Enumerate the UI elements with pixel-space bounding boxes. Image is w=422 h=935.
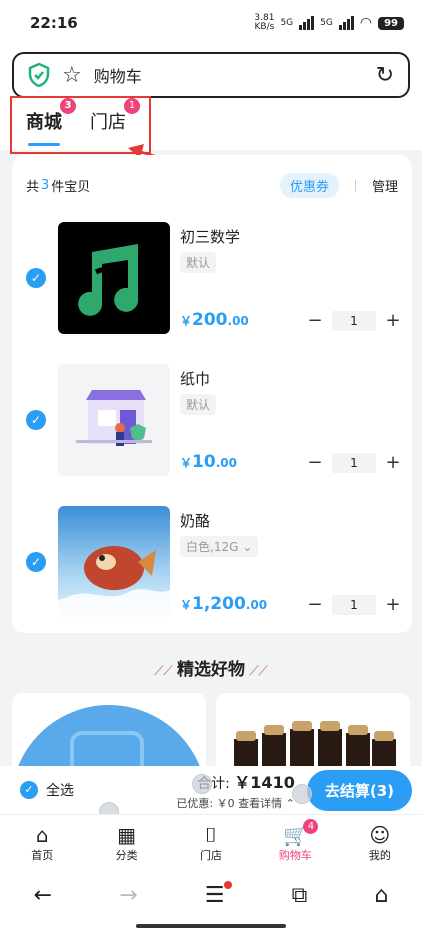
increase-button[interactable]: + xyxy=(384,452,402,473)
forward-icon[interactable]: → xyxy=(119,883,137,908)
page-title: 购物车 xyxy=(93,67,142,86)
tabbar-store[interactable]: ⌷ 门店 xyxy=(169,815,253,870)
fish-illustration-icon xyxy=(58,546,170,618)
back-icon[interactable]: ← xyxy=(34,883,52,908)
battery-indicator: 99 xyxy=(378,16,404,30)
total-value: ￥1410 xyxy=(234,773,295,792)
product-image[interactable] xyxy=(58,364,170,476)
decor-icon: ⟋⟋ xyxy=(154,664,177,679)
menu-icon[interactable]: ☰ xyxy=(205,881,233,908)
quantity-stepper: − 1 + xyxy=(306,310,402,331)
shop-illustration-icon xyxy=(76,390,152,446)
quantity-field[interactable]: 1 xyxy=(332,594,376,615)
item-price: ￥200.00 xyxy=(180,310,249,330)
item-spec[interactable]: 白色,12G ⌄ xyxy=(180,536,259,557)
divider xyxy=(354,179,356,192)
cart-header: 共 3 件宝贝 优惠券 管理 xyxy=(26,173,398,198)
address-bar[interactable]: ☆ 购物车 ↻ xyxy=(12,52,410,98)
signal2-label: 5G xyxy=(320,18,333,28)
decrease-button[interactable]: − xyxy=(306,452,324,473)
status-bar: 22:16 3.81 KB/s 5G 5G ◠ 99 xyxy=(0,0,422,46)
cart-item: ✓ 纸巾 默认 ￥10.00 − 1 + xyxy=(12,364,412,482)
decrease-button[interactable]: − xyxy=(306,310,324,331)
item-checkbox[interactable]: ✓ xyxy=(26,552,46,572)
quantity-stepper: − 1 + xyxy=(306,452,402,473)
signal1-label: 5G xyxy=(280,18,294,28)
item-price: ￥10.00 xyxy=(180,452,237,472)
signal-icon xyxy=(299,16,315,30)
quantity-stepper: − 1 + xyxy=(306,594,402,615)
item-count: 3 xyxy=(41,178,50,193)
checkout-bar: ✓ 全选 合计: ￥1410 已优惠: ￥0 查看详情 ⌃ 去结算(3) xyxy=(0,766,422,814)
chevron-down-icon: ⌄ xyxy=(242,540,253,554)
quantity-field[interactable]: 1 xyxy=(332,310,376,331)
decrease-button[interactable]: − xyxy=(306,594,324,615)
shield-icon xyxy=(28,63,50,87)
reload-icon[interactable]: ↻ xyxy=(376,63,394,88)
item-checkbox[interactable]: ✓ xyxy=(26,410,46,430)
home-icon[interactable]: ⌂ xyxy=(374,883,388,908)
item-spec[interactable]: 默认 xyxy=(180,394,217,415)
manage-button[interactable]: 管理 xyxy=(372,176,398,195)
cart-item: ✓ 初三数学 默认 ￥200.00 − 1 + xyxy=(12,222,412,340)
item-name[interactable]: 初三数学 xyxy=(180,226,240,247)
item-spec[interactable]: 默认 xyxy=(180,252,217,273)
select-all-toggle[interactable]: ✓ 全选 xyxy=(20,780,74,800)
home-indicator xyxy=(136,924,286,928)
increase-button[interactable]: + xyxy=(384,594,402,615)
item-name[interactable]: 奶酪 xyxy=(180,510,210,531)
music-note-logo-icon xyxy=(78,244,139,316)
tabbar-category[interactable]: ▦ 分类 xyxy=(84,815,168,870)
checkout-button[interactable]: 去结算(3) xyxy=(306,769,412,811)
item-name[interactable]: 纸巾 xyxy=(180,368,210,389)
profile-icon: ☺ xyxy=(369,822,391,847)
cart-item: ✓ 奶酪 白色,12G ⌄ ￥1,200.00 − 1 + xyxy=(12,506,412,624)
check-icon: ✓ xyxy=(20,781,38,799)
decor-icon: ⟋⟋ xyxy=(245,664,268,679)
tabbar-profile[interactable]: ☺ 我的 xyxy=(338,815,422,870)
notification-dot xyxy=(224,881,233,889)
coupon-button[interactable]: 优惠券 xyxy=(279,173,339,198)
cart-list: 共 3 件宝贝 优惠券 管理 ✓ 初三数学 默认 ￥200.00 − 1 + ✓ xyxy=(12,155,412,633)
tabbar-home[interactable]: ⌂ 首页 xyxy=(0,815,84,870)
cart-badge: 4 xyxy=(303,819,319,834)
increase-button[interactable]: + xyxy=(384,310,402,331)
discount-details[interactable]: 已优惠: ￥0 查看详情 ⌃ xyxy=(176,795,294,811)
star-icon[interactable]: ☆ xyxy=(62,63,82,88)
tabbar-cart[interactable]: 🛒 4 购物车 xyxy=(253,815,337,870)
tabs-icon[interactable]: ⧉ xyxy=(292,883,308,908)
wifi-icon: ◠ xyxy=(359,15,373,31)
overlay-dot xyxy=(192,774,212,794)
status-icons: 3.81 KB/s 5G 5G ◠ 99 xyxy=(254,14,404,32)
signal-icon xyxy=(338,16,354,30)
overlay-dot xyxy=(292,784,312,804)
product-image[interactable] xyxy=(58,222,170,334)
bottom-tabbar: ⌂ 首页 ▦ 分类 ⌷ 门店 🛒 4 购物车 ☺ 我的 xyxy=(0,814,422,870)
store-icon: ⌷ xyxy=(205,822,218,847)
product-image[interactable] xyxy=(58,506,170,618)
item-price: ￥1,200.00 xyxy=(180,594,268,614)
category-icon: ▦ xyxy=(117,822,137,847)
quantity-field[interactable]: 1 xyxy=(332,452,376,473)
home-icon: ⌂ xyxy=(35,822,49,847)
recommend-title: ⟋⟋ 精选好物 ⟋⟋ xyxy=(154,660,268,680)
network-speed: 3.81 KB/s xyxy=(254,13,275,32)
status-time: 22:16 xyxy=(30,14,78,32)
item-checkbox[interactable]: ✓ xyxy=(26,268,46,288)
